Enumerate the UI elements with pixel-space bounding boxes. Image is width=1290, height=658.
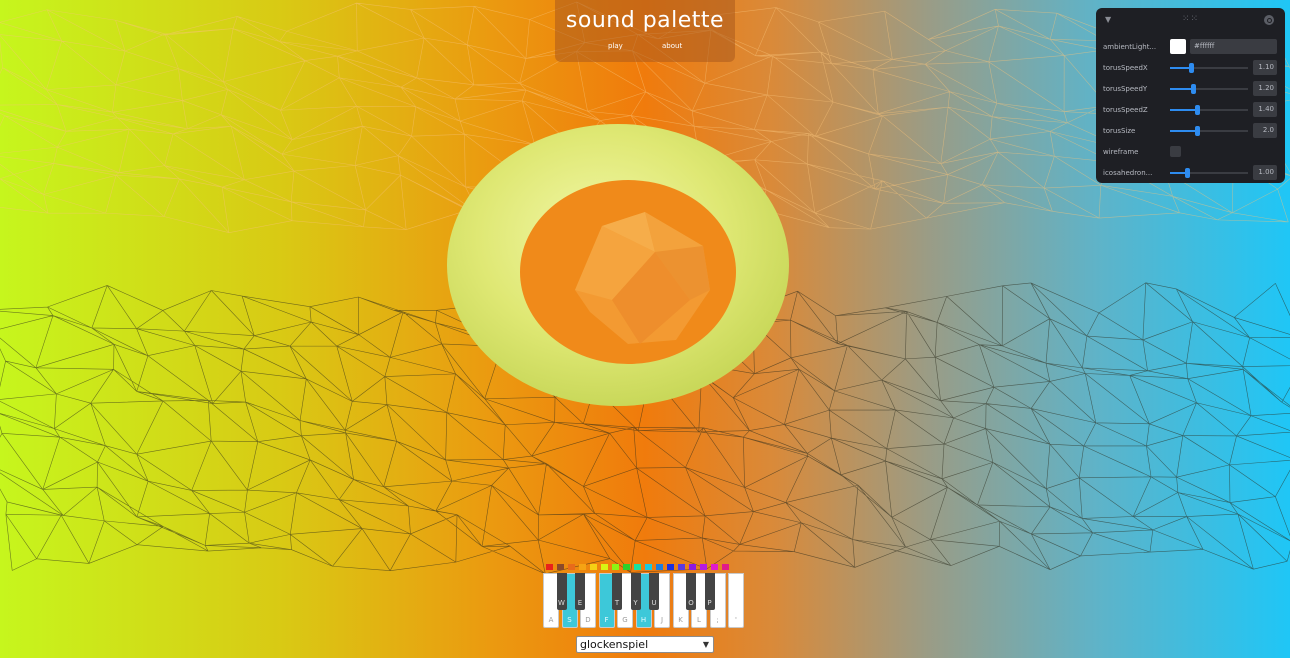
slider-fill xyxy=(1170,88,1194,90)
slider-fill xyxy=(1170,67,1192,69)
key-label: ; xyxy=(716,616,719,624)
palette-color[interactable] xyxy=(656,564,663,570)
piano-white-key[interactable]: ' xyxy=(728,573,744,628)
key-label: H xyxy=(640,616,647,624)
gui-row-label: torusSpeedX xyxy=(1103,64,1148,72)
palette-color[interactable] xyxy=(557,564,564,570)
slider-value-input[interactable]: 1.20 xyxy=(1253,81,1277,96)
piano-black-key[interactable]: P xyxy=(704,573,715,610)
key-label: O xyxy=(688,599,694,607)
instrument-select[interactable]: glockenspiel ▼ xyxy=(576,636,714,653)
gui-row: torusSpeedX 1.10 xyxy=(1096,59,1285,77)
app-title: sound palette xyxy=(565,8,725,33)
key-label: Y xyxy=(633,599,638,607)
slider-value-input[interactable]: 1.00 xyxy=(1253,165,1277,180)
gui-row-label: torusSize xyxy=(1103,127,1136,135)
play-link[interactable]: play xyxy=(608,42,623,50)
palette-color[interactable] xyxy=(579,564,586,570)
gui-row: torusSize 2.0 xyxy=(1096,122,1285,140)
palette-color[interactable] xyxy=(590,564,597,570)
slider-fill xyxy=(1170,130,1198,132)
piano-keyboard: A S D F G H J K L; ' W E T Y U O P xyxy=(543,573,746,630)
gui-row: icosahedron... 1.00 xyxy=(1096,164,1285,182)
palette-color[interactable] xyxy=(601,564,608,570)
key-label: T xyxy=(614,599,620,607)
gui-row-label: wireframe xyxy=(1103,148,1139,156)
slider-knob[interactable] xyxy=(1189,63,1195,73)
piano-black-key[interactable]: T xyxy=(612,573,622,610)
gui-row: torusSpeedZ 1.40 xyxy=(1096,101,1285,119)
palette-color[interactable] xyxy=(612,564,619,570)
key-label: D xyxy=(585,616,591,624)
piano-black-key[interactable]: O xyxy=(686,573,696,610)
gui-panel: ▼ ⁙⁙ ambientLight... #ffffff torusSpeedX 1.… xyxy=(1096,8,1285,183)
slider-knob[interactable] xyxy=(1195,105,1201,115)
key-label: K xyxy=(678,616,683,624)
key-label: E xyxy=(577,599,583,607)
palette-color[interactable] xyxy=(689,564,696,570)
key-label: P xyxy=(707,599,712,607)
slider-value-input[interactable]: 1.10 xyxy=(1253,60,1277,75)
gui-header: ▼ ⁙⁙ xyxy=(1096,8,1285,32)
piano-black-key[interactable]: Y xyxy=(630,573,641,610)
slider-track[interactable] xyxy=(1170,63,1248,73)
slider-knob[interactable] xyxy=(1185,168,1191,178)
instrument-selected-value: glockenspiel xyxy=(580,638,649,651)
gui-row: ambientLight... #ffffff xyxy=(1096,38,1285,56)
slider-fill xyxy=(1170,109,1198,111)
slider-knob[interactable] xyxy=(1195,126,1201,136)
key-label: W xyxy=(558,599,565,607)
slider-track[interactable] xyxy=(1170,105,1248,115)
chevron-down-icon: ▼ xyxy=(702,640,709,649)
slider-track[interactable] xyxy=(1170,168,1248,178)
key-label: L xyxy=(697,616,701,624)
slider-track[interactable] xyxy=(1170,84,1248,94)
key-label: ' xyxy=(735,616,737,624)
key-label: U xyxy=(651,599,657,607)
color-swatch[interactable] xyxy=(1170,39,1186,54)
palette-color[interactable] xyxy=(711,564,718,570)
palette-color[interactable] xyxy=(722,564,729,570)
search-icon[interactable] xyxy=(1264,15,1274,25)
drag-handle-icon[interactable]: ⁙⁙ xyxy=(1182,14,1199,24)
key-label: S xyxy=(567,616,572,624)
slider-value-input[interactable]: 2.0 xyxy=(1253,123,1277,138)
palette-color[interactable] xyxy=(678,564,685,570)
collapse-icon[interactable]: ▼ xyxy=(1105,15,1111,24)
wireframe-checkbox[interactable] xyxy=(1170,146,1181,157)
palette-color[interactable] xyxy=(568,564,575,570)
gui-row-label: torusSpeedZ xyxy=(1103,106,1148,114)
piano-black-key[interactable]: W xyxy=(556,573,567,610)
key-label: A xyxy=(548,616,554,624)
palette-color[interactable] xyxy=(623,564,630,570)
gui-row-label: torusSpeedY xyxy=(1103,85,1148,93)
piano-black-key[interactable]: E xyxy=(575,573,585,610)
key-label: J xyxy=(660,616,664,624)
slider-track[interactable] xyxy=(1170,126,1248,136)
palette-color[interactable] xyxy=(634,564,641,570)
gui-row-label: icosahedron... xyxy=(1103,169,1153,177)
palette-color[interactable] xyxy=(645,564,652,570)
palette-color[interactable] xyxy=(546,564,553,570)
title-card: sound palette play about xyxy=(555,0,735,62)
about-link[interactable]: about xyxy=(662,42,682,50)
gui-row: torusSpeedY 1.20 xyxy=(1096,80,1285,98)
piano-black-key[interactable]: U xyxy=(649,573,659,610)
key-label: F xyxy=(604,616,609,624)
gui-row: wireframe xyxy=(1096,143,1285,161)
palette-color[interactable] xyxy=(667,564,674,570)
color-hex-input[interactable]: #ffffff xyxy=(1190,39,1277,54)
slider-knob[interactable] xyxy=(1191,84,1197,94)
key-label: G xyxy=(622,616,628,624)
palette-color[interactable] xyxy=(700,564,707,570)
gui-row-label: ambientLight... xyxy=(1103,43,1157,51)
slider-value-input[interactable]: 1.40 xyxy=(1253,102,1277,117)
